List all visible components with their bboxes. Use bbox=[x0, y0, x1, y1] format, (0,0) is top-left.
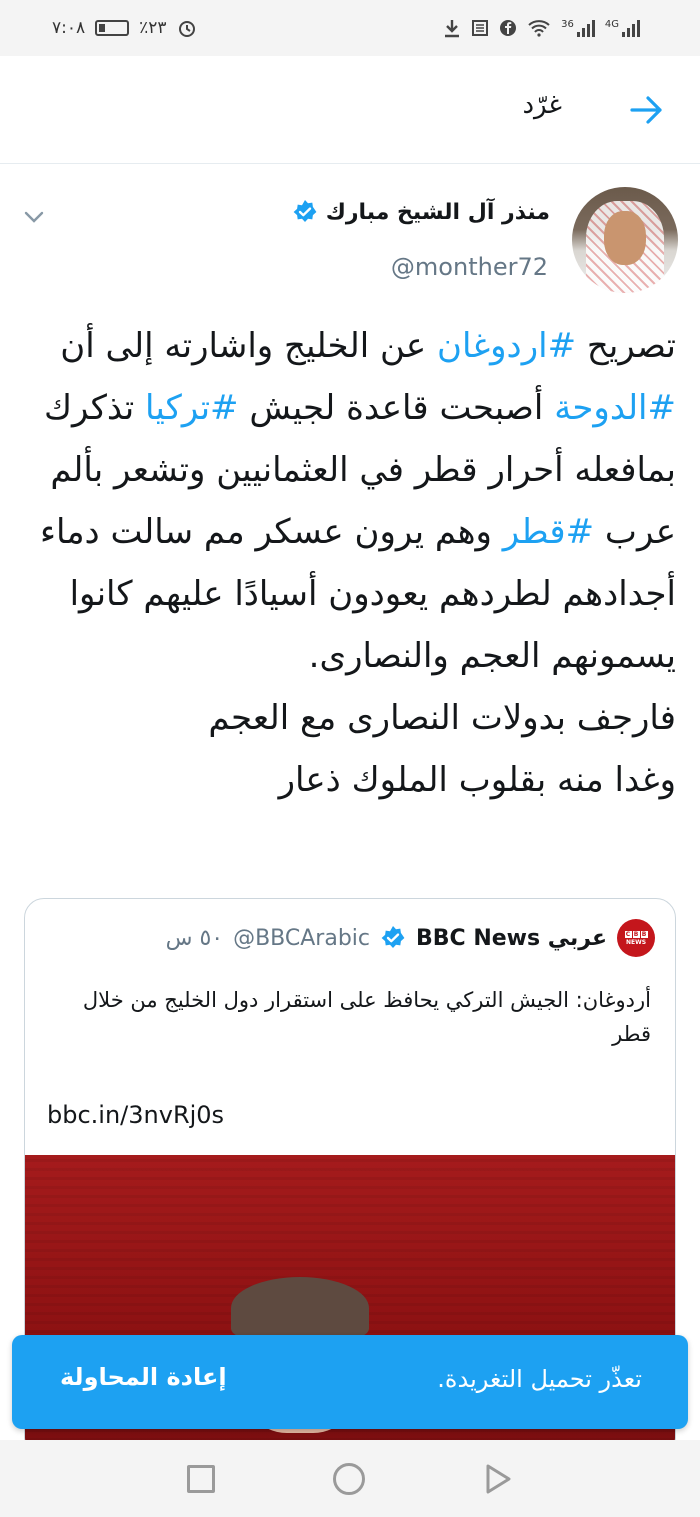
bbc-logo-letter: B bbox=[640, 930, 648, 938]
tweet-text-segment: أصبحت قاعدة لجيش bbox=[238, 388, 555, 428]
tweet-header: غرّد bbox=[0, 56, 700, 164]
verified-icon bbox=[381, 926, 405, 948]
avatar[interactable] bbox=[572, 187, 678, 293]
system-nav-bar bbox=[0, 1440, 700, 1517]
quoted-handle: @BBCArabic bbox=[233, 925, 370, 951]
signal-icon-1: 36 bbox=[561, 19, 595, 37]
status-bar: ٧:٠٨ ٪٢٣ 36 4G bbox=[0, 0, 700, 56]
tweet-text-segment: فارجف بدولات النصارى مع العجم bbox=[208, 698, 676, 738]
quoted-header: B B C NEWS عربي BBC News @BBCArabic ٥٠ س bbox=[166, 919, 655, 957]
quoted-link[interactable]: bbc.in/3nvRj0s bbox=[47, 1101, 224, 1129]
quoted-text: أردوغان: الجيش التركي يحافظ على استقرار … bbox=[82, 988, 651, 1046]
hashtag-link[interactable]: #تركيا bbox=[145, 388, 239, 428]
error-toast: تعذّر تحميل التغريدة. إعادة المحاولة bbox=[12, 1335, 688, 1429]
bbc-logo-letter: B bbox=[632, 930, 640, 938]
author-handle[interactable]: @monther72 bbox=[391, 253, 548, 281]
author-line: منذر آل الشيخ مبارك bbox=[292, 199, 550, 225]
hashtag-link[interactable]: #قطر bbox=[503, 512, 594, 552]
verified-icon bbox=[293, 200, 317, 222]
back-triangle-icon[interactable] bbox=[483, 1463, 513, 1495]
hashtag-link[interactable]: #اردوغان bbox=[437, 326, 576, 366]
chevron-down-icon[interactable] bbox=[22, 205, 46, 229]
quoted-author-name: عربي BBC News bbox=[416, 925, 607, 951]
tweet-text-segment: عن الخليج واشارته إلى أن bbox=[60, 326, 438, 366]
battery-icon bbox=[95, 20, 130, 36]
home-button[interactable] bbox=[333, 1462, 365, 1495]
avatar-face bbox=[604, 211, 646, 265]
facebook-icon bbox=[500, 20, 517, 36]
tweet-text: تصريح #اردوغان عن الخليج واشارته إلى أن … bbox=[16, 315, 676, 811]
recent-apps-button[interactable] bbox=[187, 1464, 215, 1493]
bbc-logo-letter: C bbox=[624, 930, 632, 938]
bbc-news-logo: B B C NEWS bbox=[617, 919, 655, 957]
toast-message: تعذّر تحميل التغريدة. bbox=[437, 1365, 642, 1393]
status-time: ٧:٠٨ bbox=[52, 18, 86, 38]
download-icon bbox=[445, 20, 460, 38]
page-title: غرّد bbox=[522, 90, 562, 120]
bbc-logo-sub: NEWS bbox=[625, 938, 647, 946]
network-label-2: 4G bbox=[604, 19, 619, 30]
wifi-icon bbox=[528, 20, 550, 37]
back-arrow-icon[interactable] bbox=[626, 90, 666, 130]
status-left: ٧:٠٨ ٪٢٣ bbox=[52, 18, 197, 38]
image-person-hair bbox=[231, 1277, 369, 1339]
hashtag-link[interactable]: #الدوحة bbox=[554, 388, 676, 428]
tweet-text-segment: تصريح bbox=[576, 326, 676, 366]
retry-button[interactable]: إعادة المحاولة bbox=[60, 1363, 227, 1391]
status-right: 36 4G bbox=[443, 18, 640, 38]
battery-percent: ٪٢٣ bbox=[139, 18, 167, 38]
network-label-1: 36 bbox=[561, 19, 574, 30]
tweet-text-segment: وغدا منه بقلوب الملوك ذعار bbox=[278, 760, 676, 800]
alarm-icon bbox=[178, 21, 195, 37]
author-name[interactable]: منذر آل الشيخ مبارك bbox=[326, 200, 550, 225]
news-icon bbox=[472, 20, 489, 36]
battery-level-fill bbox=[99, 24, 106, 32]
quoted-time: ٥٠ س bbox=[165, 925, 224, 951]
signal-icon-2: 4G bbox=[605, 19, 640, 37]
